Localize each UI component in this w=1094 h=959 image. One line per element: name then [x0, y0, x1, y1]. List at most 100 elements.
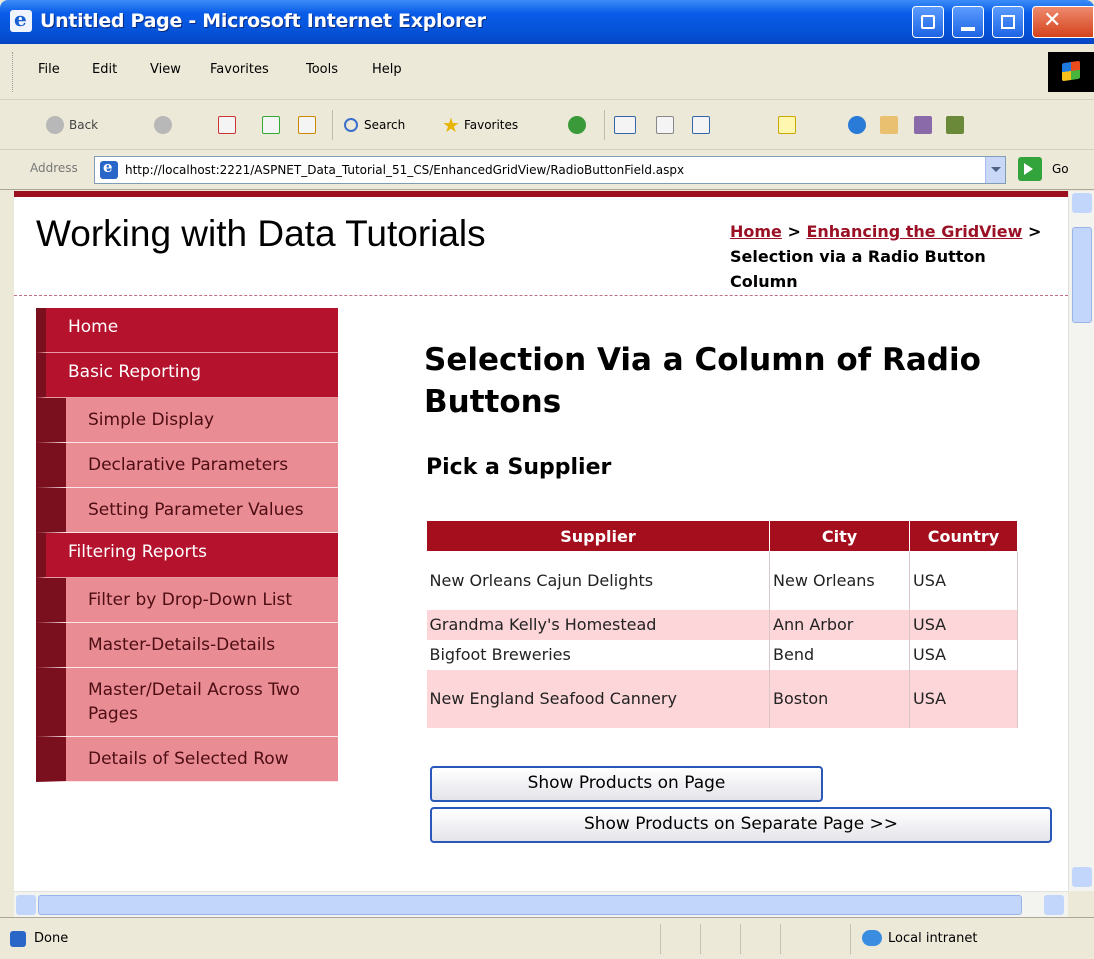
- status-separator: [700, 924, 701, 954]
- menu-edit[interactable]: Edit: [92, 62, 117, 77]
- country-cell: USA: [909, 551, 1018, 610]
- show-products-on-page-button[interactable]: Show Products on Page: [430, 766, 823, 802]
- title-bar: Untitled Page - Microsoft Internet Explo…: [0, 0, 1094, 44]
- sidebar-item-details-selected-row[interactable]: Details of Selected Row: [36, 737, 338, 782]
- supplier-cell: New England Seafood Cannery: [426, 669, 770, 728]
- breadcrumb-separator: >: [1022, 222, 1042, 241]
- scroll-up-icon[interactable]: [1072, 193, 1092, 213]
- minimize-button[interactable]: [952, 6, 984, 38]
- table-row: Grandma Kelly's Homestead Ann Arbor USA: [426, 609, 1018, 640]
- search-button[interactable]: Search: [344, 114, 405, 136]
- messenger-button[interactable]: [848, 114, 866, 136]
- refresh-button[interactable]: [262, 114, 280, 136]
- show-products-separate-page-button[interactable]: Show Products on Separate Page >>: [430, 807, 1052, 843]
- stop-button[interactable]: [218, 114, 236, 136]
- table-row: Bigfoot Breweries Bend USA: [426, 639, 1018, 670]
- sidebar-item-home[interactable]: Home: [36, 308, 338, 353]
- supplier-cell: New Orleans Cajun Delights: [426, 551, 770, 610]
- home-button[interactable]: [298, 114, 316, 136]
- column-header-city: City: [769, 520, 910, 552]
- scroll-right-icon[interactable]: [1044, 895, 1064, 915]
- supplier-cell: Grandma Kelly's Homestead: [426, 609, 770, 640]
- sidebar-item-master-detail-two-pages[interactable]: Master/Detail Across Two Pages: [36, 668, 338, 737]
- sidebar-item-filtering-reports[interactable]: Filtering Reports: [36, 533, 338, 578]
- table-row: New Orleans Cajun Delights New Orleans U…: [426, 551, 1018, 610]
- sidebar-item-setting-parameter-values[interactable]: Setting Parameter Values: [36, 488, 338, 533]
- menu-favorites[interactable]: Favorites: [210, 62, 269, 77]
- vertical-scrollbar[interactable]: [1068, 191, 1094, 891]
- city-cell: Bend: [769, 639, 910, 670]
- sidebar-menu: Home Basic Reporting Simple Display Decl…: [36, 308, 338, 782]
- go-button[interactable]: Go: [1052, 162, 1069, 176]
- horizontal-scrollbar[interactable]: [14, 891, 1068, 917]
- toolbar-separator: [332, 110, 333, 140]
- breadcrumb-home-link[interactable]: Home: [730, 222, 782, 241]
- header-stripe: [14, 191, 1068, 197]
- note-icon: [778, 116, 796, 134]
- window-title: Untitled Page - Microsoft Internet Explo…: [40, 10, 486, 32]
- sidebar-item-declarative-parameters[interactable]: Declarative Parameters: [36, 443, 338, 488]
- page-icon: [100, 158, 118, 179]
- discuss-button[interactable]: [778, 114, 796, 136]
- breadcrumb-parent-link[interactable]: Enhancing the GridView: [806, 222, 1022, 241]
- toolbar-grip: [12, 52, 15, 92]
- menu-view[interactable]: View: [150, 62, 181, 77]
- column-header-country: Country: [909, 520, 1018, 552]
- research-icon: [880, 116, 898, 134]
- close-button[interactable]: ✕: [1032, 6, 1094, 38]
- history-button[interactable]: [568, 114, 586, 136]
- extension-icon: [914, 116, 932, 134]
- grid-header-row: Supplier City Country: [426, 520, 1018, 552]
- windows-logo-icon: [1048, 52, 1094, 92]
- favorites-button[interactable]: ★ Favorites: [442, 113, 519, 137]
- back-button[interactable]: Back: [46, 114, 98, 136]
- search-icon: [344, 118, 358, 132]
- search-label: Search: [364, 118, 406, 132]
- minimize-icon: [961, 27, 975, 31]
- toolbar-separator: [604, 110, 605, 140]
- menu-help[interactable]: Help: [372, 62, 402, 77]
- status-separator: [850, 924, 851, 954]
- city-cell: Ann Arbor: [769, 609, 910, 640]
- status-separator: [660, 924, 661, 954]
- favorites-label: Favorites: [463, 118, 519, 132]
- menu-file[interactable]: File: [38, 62, 60, 77]
- horizontal-scroll-thumb[interactable]: [38, 895, 1022, 915]
- tools-button[interactable]: [946, 114, 964, 136]
- status-separator: [740, 924, 741, 954]
- page-title: Selection Via a Column of Radio Buttons: [424, 342, 981, 420]
- vertical-scroll-thumb[interactable]: [1072, 227, 1092, 323]
- supplier-cell: Bigfoot Breweries: [426, 639, 770, 670]
- sidebar-item-basic-reporting[interactable]: Basic Reporting: [36, 353, 338, 398]
- url-text: http://localhost:2221/ASPNET_Data_Tutori…: [125, 163, 685, 177]
- security-zone: Local intranet: [888, 931, 978, 946]
- page-viewport: Working with Data Tutorials Home > Enhan…: [14, 191, 1068, 891]
- site-title: Working with Data Tutorials: [36, 213, 486, 254]
- sidebar-item-master-details-details[interactable]: Master-Details-Details: [36, 623, 338, 668]
- city-cell: Boston: [769, 669, 910, 728]
- research-button[interactable]: [880, 114, 898, 136]
- forward-arrow-icon: [154, 116, 172, 134]
- maximize-button[interactable]: [992, 6, 1024, 38]
- restore-icon: [921, 15, 935, 29]
- go-arrow-icon[interactable]: [1018, 157, 1042, 181]
- resize-button[interactable]: [912, 6, 944, 38]
- forward-button[interactable]: [154, 114, 172, 136]
- country-cell: USA: [909, 609, 1018, 640]
- print-button[interactable]: [656, 114, 674, 136]
- edit-button[interactable]: [692, 114, 710, 136]
- sidebar-item-filter-by-dropdown[interactable]: Filter by Drop-Down List: [36, 578, 338, 623]
- address-dropdown-button[interactable]: [985, 157, 1005, 183]
- menu-tools[interactable]: Tools: [306, 62, 338, 77]
- extension-button[interactable]: [914, 114, 932, 136]
- mail-button[interactable]: [614, 114, 636, 136]
- scroll-down-icon[interactable]: [1072, 867, 1092, 887]
- country-cell: USA: [909, 669, 1018, 728]
- back-arrow-icon: [46, 116, 64, 134]
- close-icon: ✕: [1043, 8, 1062, 33]
- word-icon: [692, 116, 710, 134]
- scroll-left-icon[interactable]: [16, 895, 36, 915]
- sidebar-item-simple-display[interactable]: Simple Display: [36, 398, 338, 443]
- address-input[interactable]: http://localhost:2221/ASPNET_Data_Tutori…: [94, 156, 1006, 184]
- tools-icon: [946, 116, 964, 134]
